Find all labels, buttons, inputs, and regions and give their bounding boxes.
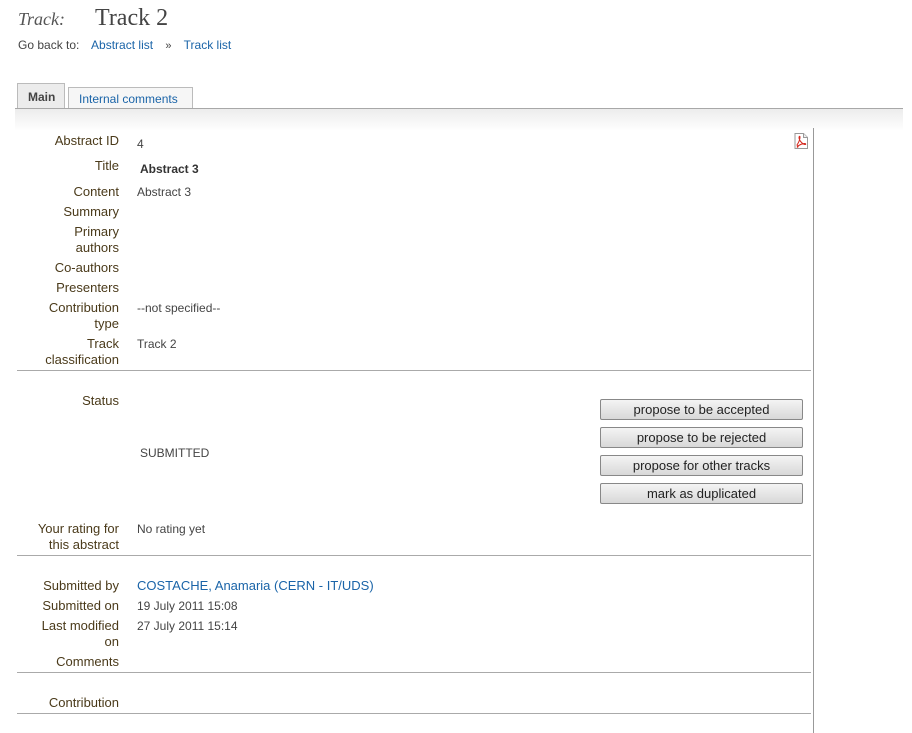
pdf-icon[interactable] <box>793 133 809 149</box>
track-keyword: Track: <box>18 9 65 29</box>
propose-other-tracks-button[interactable]: propose for other tracks <box>600 455 803 476</box>
submitted-by-value: COSTACHE, Anamaria (CERN - IT/UDS) <box>137 578 374 594</box>
track-classification-label-line1: Track <box>86 336 119 351</box>
rating-value: No rating yet <box>137 522 206 536</box>
divider <box>17 370 811 371</box>
breadcrumb: Go back to: Abstract list » Track list <box>18 38 231 52</box>
contribution-type-label-line1: Contribution <box>48 300 119 315</box>
rating-label-line2: this abstract <box>48 537 119 552</box>
status-value: SUBMITTED <box>140 446 210 460</box>
contribution-type-label-line2: type <box>94 316 119 331</box>
status-label: Status <box>82 393 119 408</box>
breadcrumb-separator: » <box>165 40 172 52</box>
comments-label: Comments <box>56 654 119 669</box>
presenters-label: Presenters <box>56 280 119 295</box>
submitted-by-label: Submitted by <box>43 578 119 593</box>
tab-internal-comments[interactable]: Internal comments <box>68 87 193 109</box>
coauthors-label: Co-authors <box>54 260 119 275</box>
page-title: Track 2 <box>95 5 169 31</box>
track-classification-value: Track 2 <box>137 337 177 351</box>
summary-label: Summary <box>63 204 119 219</box>
goback-label: Go back to: <box>18 38 80 52</box>
divider <box>17 713 811 714</box>
tab-main[interactable]: Main <box>17 83 65 109</box>
panel-border <box>813 128 814 733</box>
contribution-type-value: --not specified-- <box>137 301 221 315</box>
title-label: Title <box>94 158 119 173</box>
last-modified-label-line2: on <box>104 634 119 649</box>
content-label: Content <box>73 184 119 199</box>
propose-accept-button[interactable]: propose to be accepted <box>600 399 803 420</box>
submitter-link[interactable]: COSTACHE, Anamaria (CERN - IT/UDS) <box>137 578 374 593</box>
last-modified-value: 27 July 2011 15:14 <box>137 619 238 633</box>
last-modified-label-line1: Last modified <box>41 618 119 633</box>
submitted-on-label: Submitted on <box>42 598 119 613</box>
divider <box>17 555 811 556</box>
content-value: Abstract 3 <box>137 185 192 199</box>
abstract-id-label: Abstract ID <box>54 133 119 148</box>
mark-duplicated-button[interactable]: mark as duplicated <box>600 483 803 504</box>
panel-header <box>15 108 903 131</box>
divider <box>17 672 811 673</box>
rating-label-line1: Your rating for <box>37 521 119 536</box>
track-list-link[interactable]: Track list <box>184 38 232 52</box>
abstract-title: Abstract 3 <box>140 162 199 176</box>
propose-reject-button[interactable]: propose to be rejected <box>600 427 803 448</box>
primary-authors-label-line2: authors <box>75 240 119 255</box>
contribution-label: Contribution <box>48 695 119 710</box>
track-classification-label-line2: classification <box>45 352 119 367</box>
primary-authors-label-line1: Primary <box>74 224 119 239</box>
abstract-list-link[interactable]: Abstract list <box>91 38 153 52</box>
submitted-on-value: 19 July 2011 15:08 <box>137 599 238 613</box>
abstract-id-value: 4 <box>137 137 144 151</box>
